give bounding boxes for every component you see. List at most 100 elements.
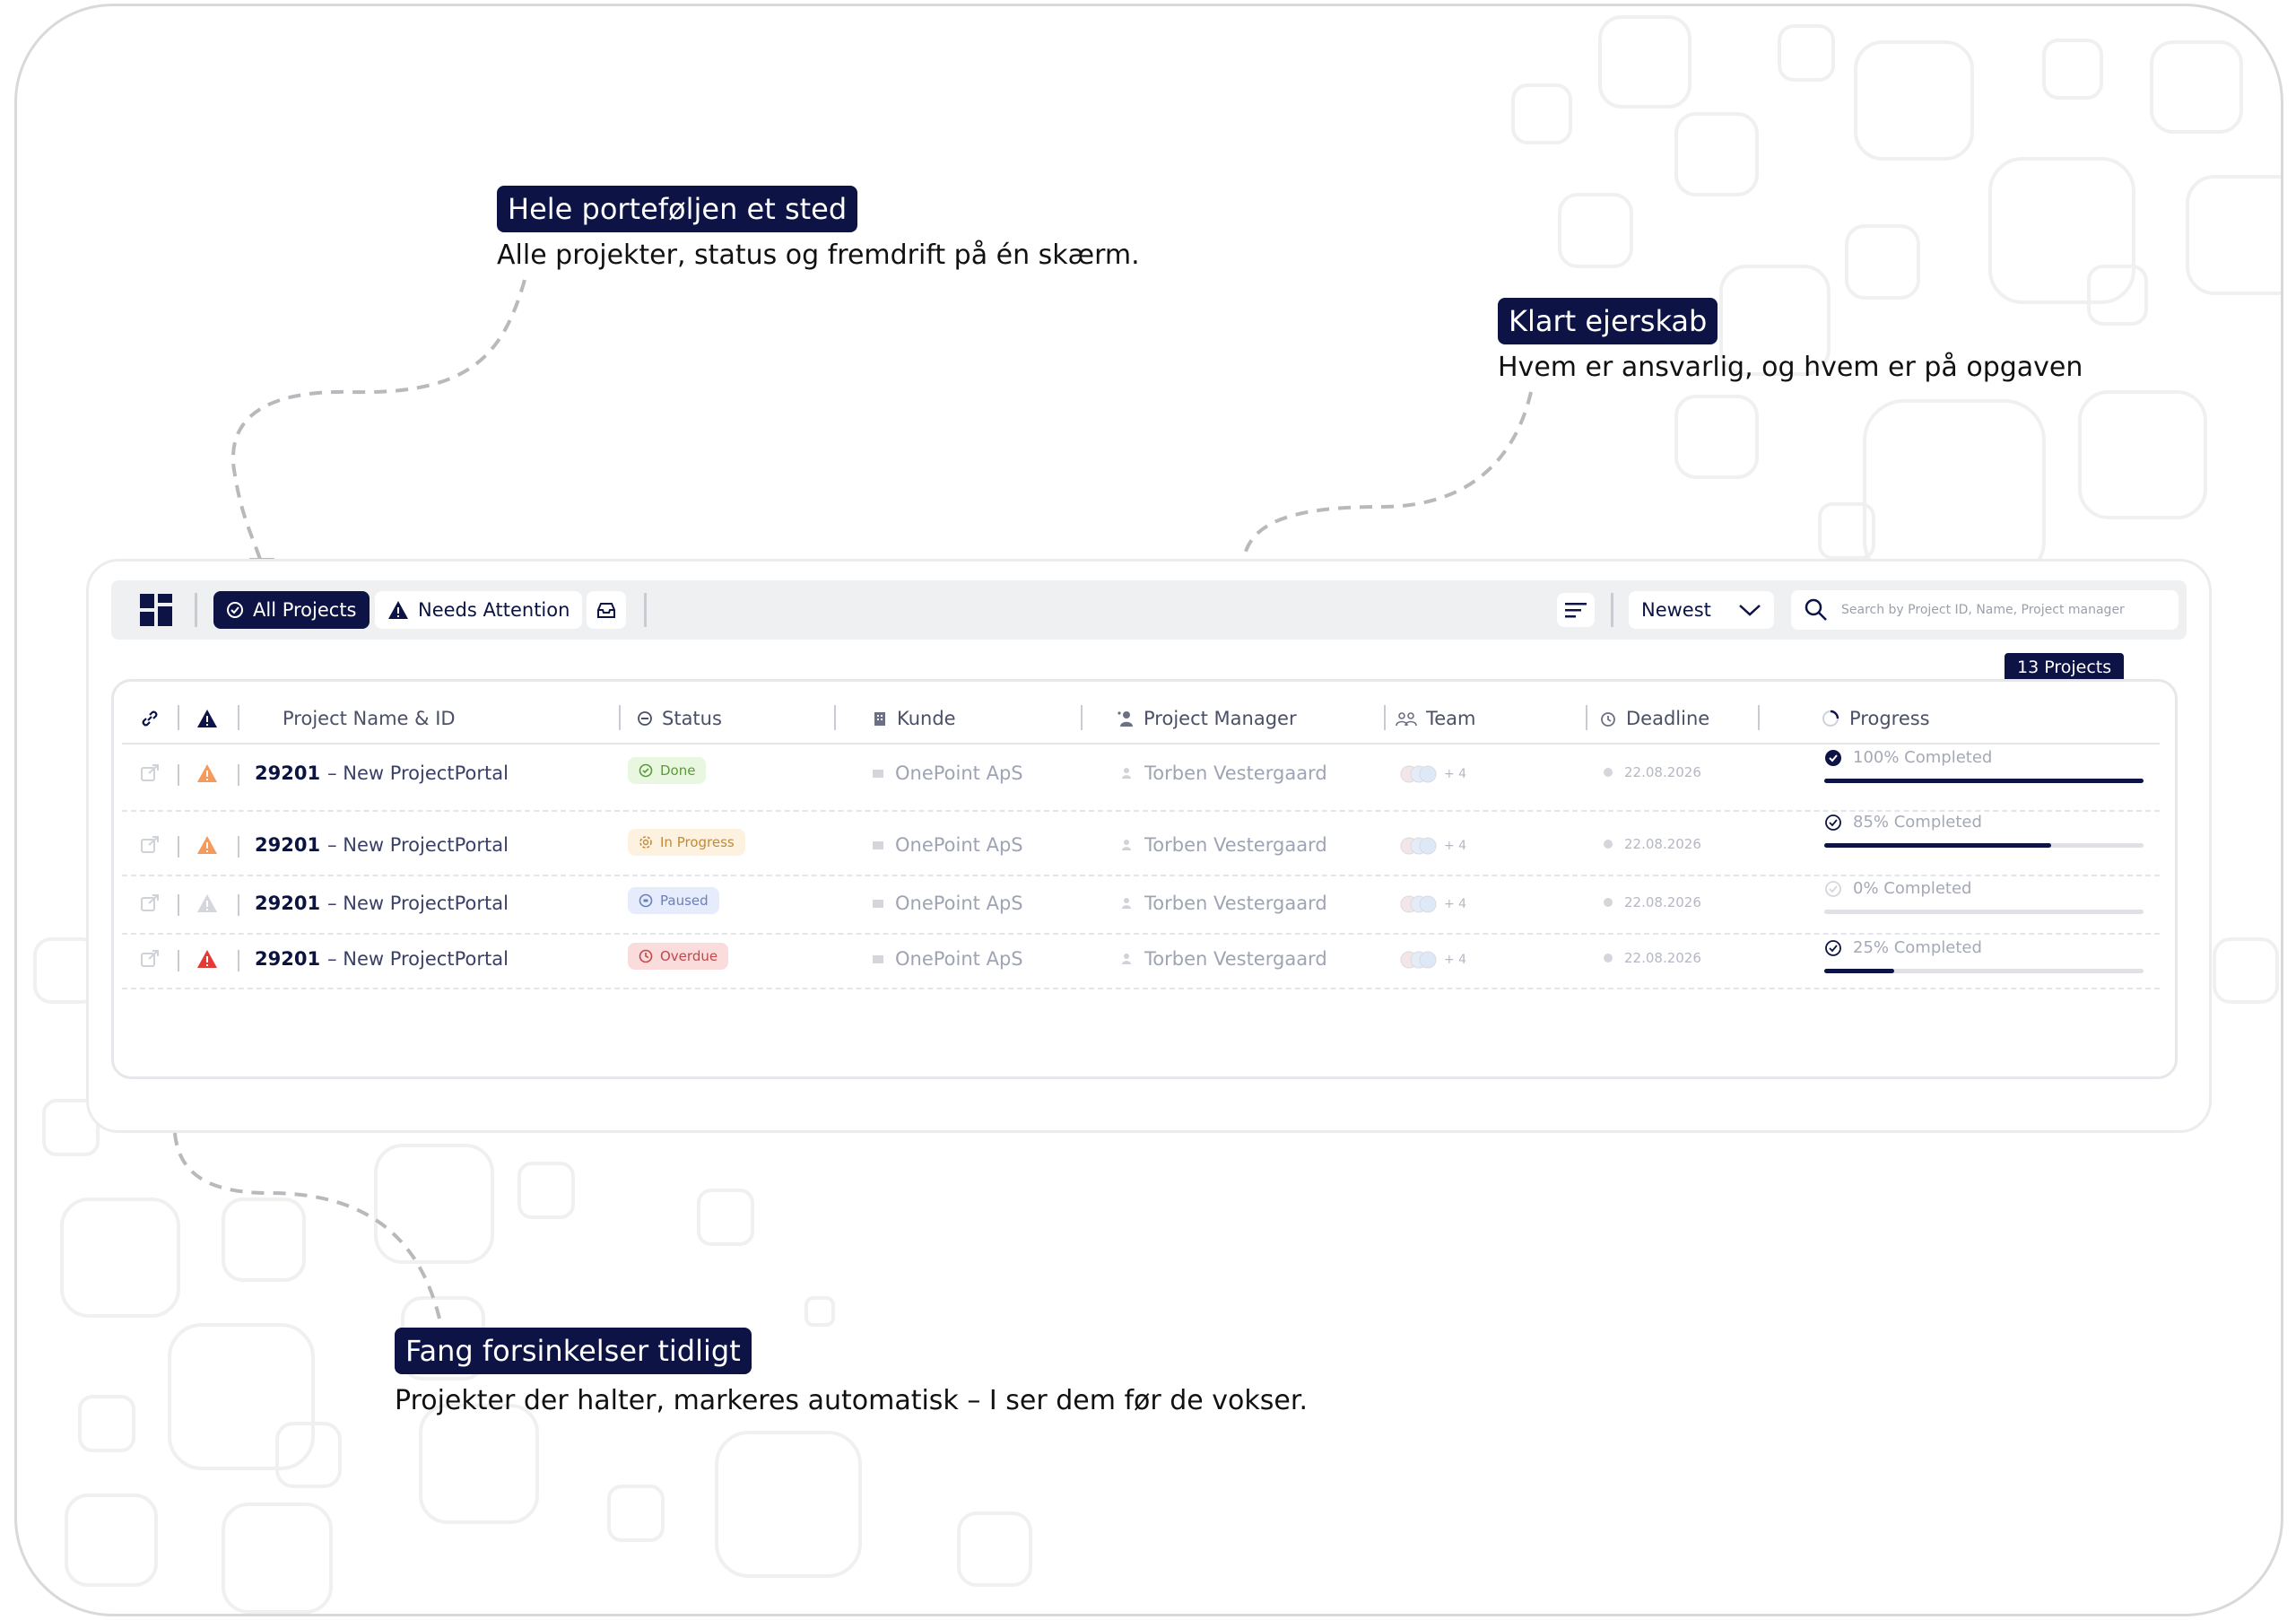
row-divider bbox=[238, 836, 239, 858]
warning-icon bbox=[196, 893, 219, 914]
progress-text: 0% Completed bbox=[1853, 879, 1972, 898]
filter-button[interactable] bbox=[1557, 593, 1595, 627]
callout-text: Projekter der halter, markeres automatis… bbox=[395, 1385, 1308, 1416]
status-badge: Overdue bbox=[628, 943, 729, 970]
column-label: Progress bbox=[1849, 708, 1930, 729]
progress-bar bbox=[1824, 843, 2144, 848]
avatar-stack-icon bbox=[1400, 765, 1437, 783]
team-avatars: + 4 bbox=[1399, 836, 1466, 856]
deadline-date: 22.08.2026 bbox=[1624, 894, 1701, 910]
kunde-cell: OnePoint ApS bbox=[872, 948, 1023, 970]
status-label: Done bbox=[660, 762, 696, 779]
column-progress[interactable]: Progress bbox=[1821, 702, 1930, 735]
progress-label: 0% Completed bbox=[1824, 879, 1971, 898]
sort-dropdown[interactable]: Newest bbox=[1629, 591, 1774, 629]
progress-label: 100% Completed bbox=[1824, 748, 1992, 767]
row-divider bbox=[238, 894, 239, 916]
progress-text: 25% Completed bbox=[1853, 938, 1982, 957]
calendar-dot-icon bbox=[1604, 840, 1613, 849]
team-avatars: + 4 bbox=[1399, 950, 1466, 970]
column-kunde[interactable]: Kunde bbox=[872, 702, 956, 735]
column-status[interactable]: Status bbox=[637, 702, 722, 735]
avatar-stack-icon bbox=[1400, 951, 1437, 969]
status-label: Paused bbox=[660, 893, 709, 909]
project-id: 29201 bbox=[255, 948, 321, 970]
callout-text: Hvem er ansvarlig, og hvem er på opgaven bbox=[1498, 352, 2083, 383]
check-circle-icon bbox=[1825, 880, 1841, 897]
avatar-stack-icon bbox=[1400, 895, 1437, 913]
calendar-dot-icon bbox=[1604, 954, 1613, 962]
grid-view-icon[interactable] bbox=[138, 592, 174, 628]
status-badge: Done bbox=[628, 757, 707, 784]
team-avatars: + 4 bbox=[1399, 894, 1466, 914]
project-name-link[interactable]: 29201 – New ProjectPortal bbox=[255, 762, 509, 784]
callout-title: Fang forsinkelser tidligt bbox=[395, 1328, 752, 1374]
project-name-link[interactable]: 29201 – New ProjectPortal bbox=[255, 834, 509, 856]
deadline-date: 22.08.2026 bbox=[1624, 764, 1701, 780]
check-circle-icon bbox=[1825, 749, 1841, 766]
project-name-link[interactable]: 29201 – New ProjectPortal bbox=[255, 893, 509, 914]
callout-portfolio: Hele porteføljen et sted Alle projekter,… bbox=[497, 186, 1140, 271]
progress-bar bbox=[1824, 969, 2144, 973]
deadline-cell: 22.08.2026 bbox=[1603, 764, 1701, 780]
status-icon bbox=[638, 711, 652, 726]
project-id: 29201 bbox=[255, 834, 321, 856]
column-project-name[interactable]: Project Name & ID bbox=[283, 702, 456, 735]
tab-needs-attention[interactable]: Needs Attention bbox=[375, 591, 583, 629]
inbox-button[interactable] bbox=[587, 591, 626, 629]
building-icon bbox=[874, 712, 885, 726]
manager-name: Torben Vestergaard bbox=[1144, 948, 1327, 970]
tab-label: Needs Attention bbox=[418, 599, 570, 621]
open-link-icon[interactable] bbox=[139, 893, 161, 914]
project-name: – New ProjectPortal bbox=[327, 893, 509, 914]
status-badge: Paused bbox=[628, 887, 719, 914]
open-link-icon[interactable] bbox=[139, 948, 161, 970]
check-circle-icon bbox=[1825, 939, 1841, 956]
column-project-manager[interactable]: Project Manager bbox=[1117, 702, 1297, 735]
filter-lines-icon bbox=[1565, 603, 1587, 618]
user-icon bbox=[1122, 898, 1131, 909]
warning-icon bbox=[196, 762, 219, 784]
column-label: Status bbox=[662, 708, 722, 729]
search-input[interactable]: Search by Project ID, Name, Project mana… bbox=[1791, 590, 2179, 630]
project-name-link[interactable]: 29201 – New ProjectPortal bbox=[255, 948, 509, 970]
progress-bar-fill bbox=[1824, 969, 1895, 973]
team-avatars: + 4 bbox=[1399, 764, 1466, 784]
deadline-date: 22.08.2026 bbox=[1624, 836, 1701, 852]
deadline-date: 22.08.2026 bbox=[1624, 950, 1701, 966]
tab-all-projects[interactable]: All Projects bbox=[213, 591, 370, 629]
row-divider bbox=[178, 764, 179, 786]
search-placeholder: Search by Project ID, Name, Project mana… bbox=[1841, 603, 2125, 617]
manager-name: Torben Vestergaard bbox=[1144, 762, 1327, 784]
check-circle-icon bbox=[227, 602, 243, 618]
progress-bar bbox=[1824, 779, 2144, 783]
callout-delays: Fang forsinkelser tidligt Projekter der … bbox=[395, 1328, 1308, 1416]
column-label: Team bbox=[1426, 708, 1476, 729]
user-icon bbox=[1122, 954, 1131, 964]
team-more-count: + 4 bbox=[1444, 953, 1467, 967]
callout-ownership: Klart ejerskab Hvem er ansvarlig, og hve… bbox=[1498, 298, 2083, 383]
manager-cell: Torben Vestergaard bbox=[1121, 948, 1327, 970]
warning-icon bbox=[388, 601, 408, 619]
column-label: Project Name & ID bbox=[283, 708, 456, 729]
calendar-dot-icon bbox=[1604, 898, 1613, 907]
building-icon bbox=[873, 841, 883, 849]
open-link-icon[interactable] bbox=[139, 762, 161, 784]
calendar-dot-icon bbox=[1604, 768, 1613, 777]
column-deadline[interactable]: Deadline bbox=[1599, 702, 1709, 735]
team-icon bbox=[1396, 712, 1417, 727]
tab-label: All Projects bbox=[253, 599, 357, 621]
deadline-cell: 22.08.2026 bbox=[1603, 950, 1701, 966]
column-label: Project Manager bbox=[1144, 708, 1297, 729]
kunde-cell: OnePoint ApS bbox=[872, 762, 1023, 784]
search-icon bbox=[1805, 598, 1827, 621]
open-link-icon[interactable] bbox=[139, 834, 161, 856]
status-badge: In Progress bbox=[628, 829, 745, 856]
column-team[interactable]: Team bbox=[1396, 702, 1476, 735]
kunde-name: OnePoint ApS bbox=[895, 834, 1023, 856]
deadline-cell: 22.08.2026 bbox=[1603, 894, 1701, 910]
kunde-name: OnePoint ApS bbox=[895, 893, 1023, 914]
building-icon bbox=[873, 955, 883, 963]
deadline-icon bbox=[1601, 712, 1615, 727]
team-more-count: + 4 bbox=[1444, 897, 1467, 911]
